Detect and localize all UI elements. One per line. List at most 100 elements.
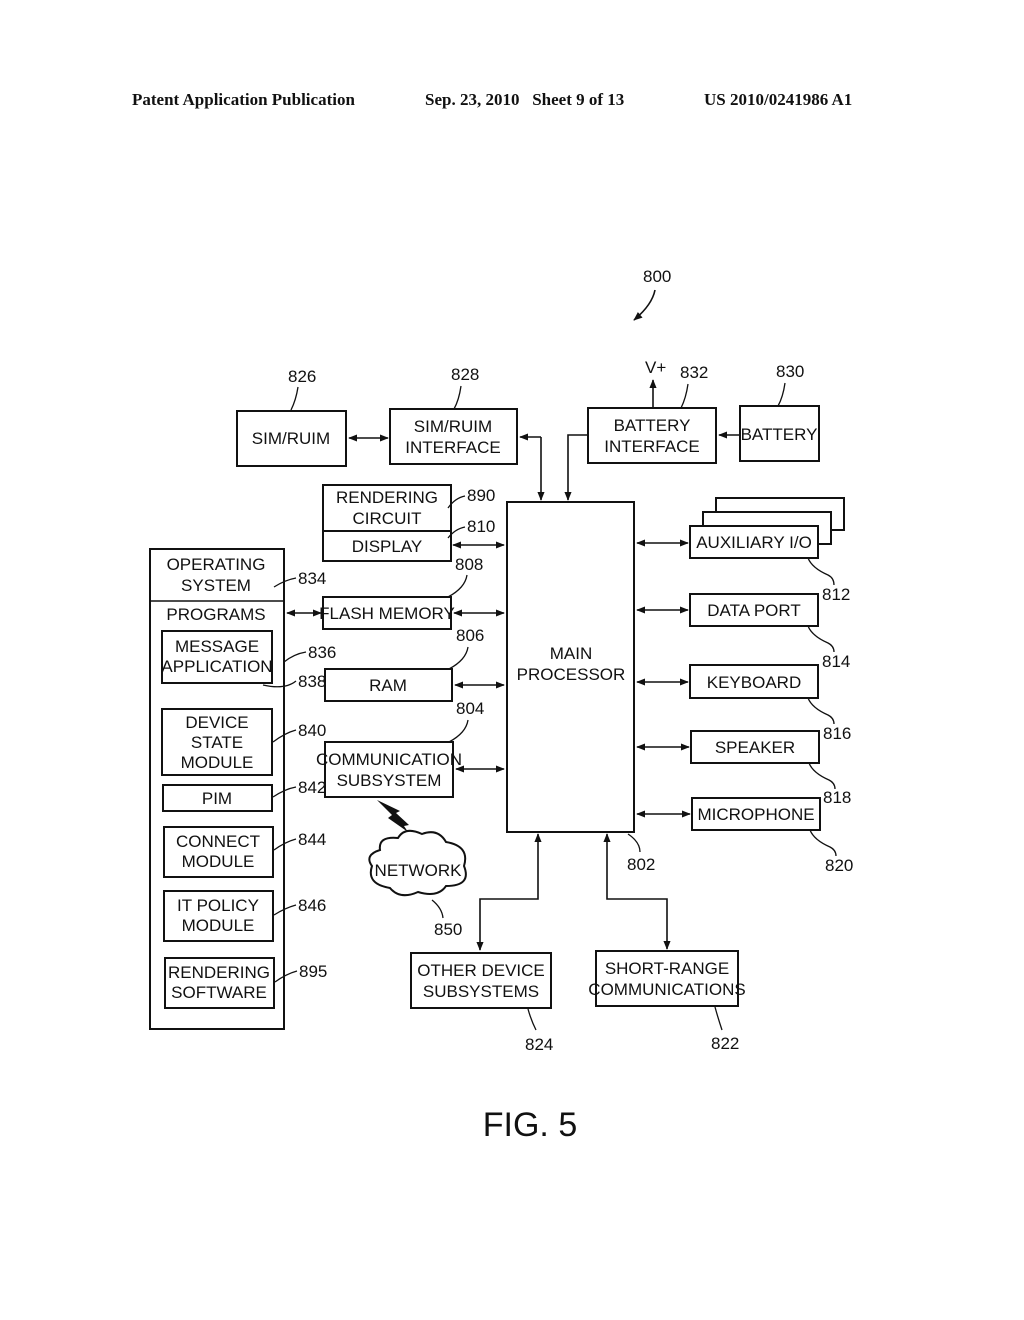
- svg-text:BATTERY: BATTERY: [741, 425, 818, 444]
- leader-802: [627, 833, 641, 853]
- ref-830: 830: [776, 362, 804, 381]
- ram-block: RAM: [324, 668, 453, 702]
- ref-844: 844: [298, 830, 326, 849]
- leader-828: [453, 385, 462, 410]
- ref-895: 895: [299, 962, 327, 981]
- svg-text:CONNECT: CONNECT: [176, 832, 260, 851]
- pim-block: PIM: [162, 784, 273, 812]
- svg-text:CIRCUIT: CIRCUIT: [353, 509, 422, 528]
- ref-816: 816: [823, 724, 851, 743]
- svg-text:SIM/RUIM: SIM/RUIM: [252, 429, 330, 448]
- svg-text:OPERATING: OPERATING: [167, 555, 266, 574]
- keyboard-block: KEYBOARD: [689, 664, 819, 699]
- rendering-circuit-block: RENDERING CIRCUIT: [322, 484, 452, 532]
- svg-text:AUXILIARY I/O: AUXILIARY I/O: [696, 533, 812, 552]
- display-block: DISPLAY: [322, 530, 452, 562]
- network-cloud: NETWORK: [368, 829, 467, 897]
- vplus-label: V+: [645, 358, 666, 377]
- svg-text:COMMUNICATIONS: COMMUNICATIONS: [588, 980, 745, 999]
- ref-804: 804: [456, 699, 484, 718]
- leader-808: [447, 574, 468, 598]
- ref-802: 802: [627, 855, 655, 874]
- svg-text:IT POLICY: IT POLICY: [177, 896, 259, 915]
- svg-text:SIM/RUIM: SIM/RUIM: [414, 417, 492, 436]
- other-device-subsystems-block: OTHER DEVICE SUBSYSTEMS: [410, 952, 552, 1009]
- rendering-software-block: RENDERING SOFTWARE: [164, 957, 275, 1009]
- message-application-block: MESSAGE APPLICATION: [161, 630, 273, 684]
- ref-806: 806: [456, 626, 484, 645]
- svg-text:APPLICATION: APPLICATION: [161, 657, 272, 676]
- leader-814: [807, 625, 835, 653]
- leader-812: [807, 557, 835, 586]
- svg-text:PROCESSOR: PROCESSOR: [517, 665, 626, 684]
- connect-module-block: CONNECT MODULE: [163, 826, 274, 878]
- leader-850: [431, 899, 444, 919]
- ref-824: 824: [525, 1035, 553, 1054]
- auxiliary-io-stack: AUXILIARY I/O: [689, 497, 845, 559]
- leader-824: [527, 1008, 537, 1031]
- svg-text:DISPLAY: DISPLAY: [352, 537, 423, 556]
- ref-842: 842: [298, 778, 326, 797]
- ref-846: 846: [298, 896, 326, 915]
- leader-820: [809, 829, 837, 857]
- svg-text:SOFTWARE: SOFTWARE: [171, 983, 267, 1002]
- ref-832: 832: [680, 363, 708, 382]
- ref-850: 850: [434, 920, 462, 939]
- leader-822: [714, 1006, 723, 1031]
- ref-812: 812: [822, 585, 850, 604]
- svg-text:MODULE: MODULE: [182, 852, 255, 871]
- ref-826: 826: [288, 367, 316, 386]
- svg-text:PIM: PIM: [202, 789, 232, 808]
- other-subsystems-link: [476, 833, 542, 951]
- ref-840: 840: [298, 721, 326, 740]
- ref-834: 834: [298, 569, 326, 588]
- svg-text:SUBSYSTEMS: SUBSYSTEMS: [423, 982, 539, 1001]
- leader-816: [807, 697, 835, 725]
- svg-text:SYSTEM: SYSTEM: [181, 576, 251, 595]
- svg-text:MAIN: MAIN: [550, 644, 593, 663]
- ref-836: 836: [308, 643, 336, 662]
- svg-text:MODULE: MODULE: [182, 916, 255, 935]
- ref-822: 822: [711, 1034, 739, 1053]
- short-range-link: [603, 833, 671, 950]
- ref-818: 818: [823, 788, 851, 807]
- ref-890: 890: [467, 486, 495, 505]
- wireless-bolt-icon: [377, 800, 409, 832]
- leader-836: [283, 651, 307, 663]
- speaker-block: SPEAKER: [690, 730, 820, 764]
- communication-subsystem-block: COMMUNICATION SUBSYSTEM: [316, 741, 462, 798]
- svg-text:DATA PORT: DATA PORT: [707, 601, 801, 620]
- ref-800-arrow: [633, 289, 656, 321]
- ref-810: 810: [467, 517, 495, 536]
- svg-text:MESSAGE: MESSAGE: [175, 637, 259, 656]
- main-processor-block: MAIN PROCESSOR: [506, 501, 635, 833]
- svg-text:FLASH MEMORY: FLASH MEMORY: [319, 604, 455, 623]
- sim-ruim-interface-block: SIM/RUIM INTERFACE: [389, 408, 518, 465]
- svg-text:SHORT-RANGE: SHORT-RANGE: [605, 959, 729, 978]
- leader-832: [680, 383, 689, 409]
- battery-interface-block: BATTERY INTERFACE: [587, 407, 717, 464]
- svg-text:INTERFACE: INTERFACE: [604, 437, 699, 456]
- svg-text:RENDERING: RENDERING: [168, 963, 270, 982]
- svg-text:OTHER DEVICE: OTHER DEVICE: [417, 961, 545, 980]
- svg-text:RAM: RAM: [369, 676, 407, 695]
- leader-804: [448, 719, 469, 743]
- ref-828: 828: [451, 365, 479, 384]
- svg-text:SPEAKER: SPEAKER: [715, 738, 795, 757]
- svg-text:MODULE: MODULE: [181, 753, 254, 772]
- svg-text:DEVICE: DEVICE: [185, 713, 248, 732]
- leader-826: [290, 386, 299, 411]
- svg-text:RENDERING: RENDERING: [336, 488, 438, 507]
- short-range-communications-block: SHORT-RANGE COMMUNICATIONS: [588, 950, 746, 1007]
- ref-814: 814: [822, 652, 850, 671]
- svg-text:COMMUNICATION: COMMUNICATION: [316, 750, 462, 769]
- svg-text:STATE: STATE: [191, 733, 243, 752]
- ref-800: 800: [643, 267, 671, 286]
- svg-text:NETWORK: NETWORK: [375, 861, 463, 880]
- microphone-block: MICROPHONE: [691, 797, 821, 831]
- ref-838: 838: [298, 672, 326, 691]
- it-policy-module-block: IT POLICY MODULE: [163, 890, 274, 942]
- ref-820: 820: [825, 856, 853, 875]
- programs-label: PROGRAMS: [166, 605, 265, 624]
- leader-830: [777, 382, 786, 407]
